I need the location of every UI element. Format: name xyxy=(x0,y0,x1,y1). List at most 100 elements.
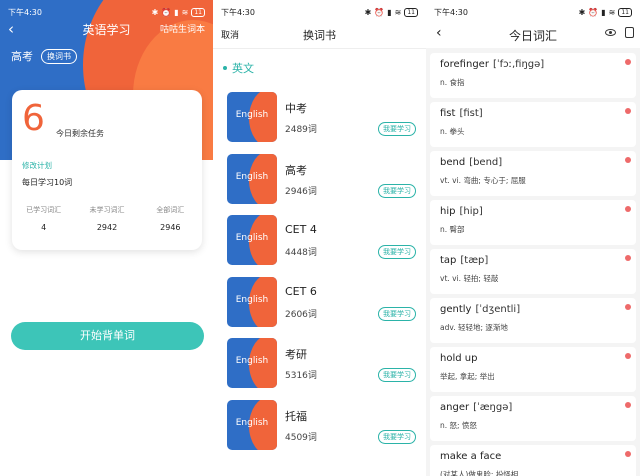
word-meaning: adv. 轻轻地; 逐渐地 xyxy=(440,323,508,332)
glossary-link[interactable]: 咕咕生词本 xyxy=(160,22,205,35)
book-item[interactable]: English 中考 2489词 我要学习 xyxy=(213,92,426,154)
current-book-name: 高考 xyxy=(11,50,33,63)
status-icons: ✱ ⏰ ▮ ≋ 11 xyxy=(151,7,205,17)
home-screen: 下午4:30 ✱ ⏰ ▮ ≋ 11 ‹ 英语学习 咕咕生词本 高考 换词书 6 … xyxy=(0,0,213,476)
learn-button[interactable]: 我要学习 xyxy=(378,368,416,382)
battery-icon: 11 xyxy=(191,7,205,17)
status-dot-icon xyxy=(625,353,631,359)
word-term-row: hip [hip] xyxy=(440,206,626,217)
word-term: tap xyxy=(440,255,457,266)
remaining-label: 今日剩余任务 xyxy=(56,129,104,138)
book-name: 高考 xyxy=(285,163,307,177)
learn-button[interactable]: 我要学习 xyxy=(378,245,416,259)
page-title: 换词书 xyxy=(303,29,336,42)
word-item[interactable]: tap [tæp] vt. vi. 轻拍; 轻敲 xyxy=(430,249,636,294)
book-name: 中考 xyxy=(285,102,307,115)
status-icons: ✱ ⏰ ▮ ≋ 11 xyxy=(579,7,632,17)
stat-value: 2942 xyxy=(96,223,118,232)
word-meaning: n. 拳头 xyxy=(440,127,465,136)
book-cover: English xyxy=(227,92,277,142)
status-bar: 下午4:30 ✱ ⏰ ▮ ≋ 11 xyxy=(213,0,426,24)
book-word-count: 2946词 xyxy=(285,186,317,197)
book-cover: English xyxy=(227,399,277,450)
word-item[interactable]: anger [ˈæŋgə] n. 怒; 愤怒 xyxy=(430,396,636,441)
book-item[interactable]: English 托福 4509词 我要学习 xyxy=(213,399,426,462)
battery-icon: 11 xyxy=(404,7,418,17)
bluetooth-icon: ✱ xyxy=(151,7,159,17)
word-phonetic: [ˈdʒentli] xyxy=(475,304,521,315)
settings-icon[interactable] xyxy=(625,27,634,38)
header: 取消 换词书 xyxy=(213,24,426,46)
stat-value: 4 xyxy=(41,223,47,232)
modify-plan-link[interactable]: 修改计划 xyxy=(22,160,52,171)
book-name: 托福 xyxy=(285,409,307,423)
word-phonetic: [bend] xyxy=(469,157,503,168)
book-cover-text: English xyxy=(235,356,269,366)
task-card: 6 今日剩余任务 修改计划 每日学习10词 已学习词汇 4 未学习词汇 2942… xyxy=(12,90,202,250)
stat-value: 2946 xyxy=(160,223,181,232)
word-item[interactable]: hip [hip] n. 臀部 xyxy=(430,200,636,245)
wifi-icon: ≋ xyxy=(608,7,616,17)
word-item[interactable]: forefinger [ˈfɔː,fiŋgə] n. 食指 xyxy=(430,53,636,98)
book-cover: English xyxy=(227,276,277,327)
book-word-count: 4448词 xyxy=(285,248,317,258)
learn-button[interactable]: 我要学习 xyxy=(378,306,416,321)
learn-button[interactable]: 我要学习 xyxy=(378,429,416,444)
status-dot-icon xyxy=(625,59,631,65)
word-item[interactable]: hold up 举起, 拿起; 举出 xyxy=(430,347,636,392)
word-item[interactable]: bend [bend] vt. vi. 弯曲; 专心于; 屈服 xyxy=(430,151,636,196)
status-dot-icon xyxy=(625,255,631,261)
eye-icon[interactable] xyxy=(605,29,616,36)
book-item[interactable]: English 考研 5316词 我要学习 xyxy=(213,338,426,400)
word-phonetic: [hip] xyxy=(459,206,483,217)
word-term: make a face xyxy=(440,451,502,462)
divider xyxy=(213,48,426,49)
book-cover-text: English xyxy=(235,171,269,182)
learn-button[interactable]: 我要学习 xyxy=(378,122,416,136)
word-term-row: forefinger [ˈfɔː,fiŋgə] xyxy=(440,59,626,70)
section-header: 英文 xyxy=(223,60,254,76)
stat-total: 全部词汇 2946 xyxy=(139,205,202,232)
word-meaning: vt. vi. 弯曲; 专心于; 屈服 xyxy=(440,176,526,185)
learn-button[interactable]: 我要学习 xyxy=(378,183,416,198)
alarm-icon: ⏰ xyxy=(161,7,172,17)
book-cover-text: English xyxy=(235,110,269,120)
word-term: gently xyxy=(440,304,472,315)
stat-label: 已学习词汇 xyxy=(26,206,62,214)
alarm-icon: ⏰ xyxy=(374,7,385,17)
word-meaning: n. 臀部 xyxy=(440,225,465,234)
today-words-screen: 下午4:30 ✱ ⏰ ▮ ≋ 11 ‹ 今日词汇 forefinger [ˈfɔː… xyxy=(426,0,640,476)
word-item[interactable]: fist [fist] n. 拳头 xyxy=(430,102,636,147)
book-cover: English xyxy=(227,338,277,388)
battery-icon: 11 xyxy=(618,7,632,17)
status-dot-icon xyxy=(625,206,631,212)
word-meaning: 举起, 拿起; 举出 xyxy=(440,372,495,381)
word-term-row: hold up xyxy=(440,353,626,364)
bluetooth-icon: ✱ xyxy=(364,7,372,17)
book-item[interactable]: English CET 4 4448词 我要学习 xyxy=(213,215,426,277)
wifi-icon: ≋ xyxy=(394,7,402,17)
book-word-count: 2606词 xyxy=(285,309,317,320)
status-time: 下午4:30 xyxy=(434,7,468,17)
signal-icon: ▮ xyxy=(601,7,606,17)
stat-learned: 已学习词汇 4 xyxy=(12,205,75,232)
book-name: CET 6 xyxy=(285,284,317,298)
word-term-row: anger [ˈæŋgə] xyxy=(440,402,626,413)
status-icons: ✱ ⏰ ▮ ≋ 11 xyxy=(364,7,418,17)
word-item[interactable]: gently [ˈdʒentli] adv. 轻轻地; 逐渐地 xyxy=(430,298,636,343)
alarm-icon: ⏰ xyxy=(588,7,599,17)
book-item[interactable]: English CET 6 2606词 我要学习 xyxy=(213,276,426,339)
word-phonetic: [ˈfɔː,fiŋgə] xyxy=(492,59,545,70)
book-item[interactable]: English 高考 2946词 我要学习 xyxy=(213,153,426,216)
switch-book-button[interactable]: 换词书 xyxy=(41,48,77,64)
word-term: bend xyxy=(440,157,466,168)
word-meaning: vt. vi. 轻拍; 轻敲 xyxy=(440,274,499,283)
change-book-screen: 下午4:30 ✱ ⏰ ▮ ≋ 11 取消 换词书 英文 English 中考 248… xyxy=(213,0,426,476)
word-item[interactable]: make a face (对某人)做鬼脸; 扮怪相 xyxy=(430,445,636,476)
book-cover: English xyxy=(227,215,277,265)
word-phonetic: [ˈæŋgə] xyxy=(473,402,513,413)
start-memorize-button[interactable]: 开始背单词 xyxy=(11,322,204,350)
book-cover-text: English xyxy=(235,233,269,243)
word-meaning: (对某人)做鬼脸; 扮怪相 xyxy=(440,470,519,476)
word-term: hip xyxy=(440,206,456,217)
